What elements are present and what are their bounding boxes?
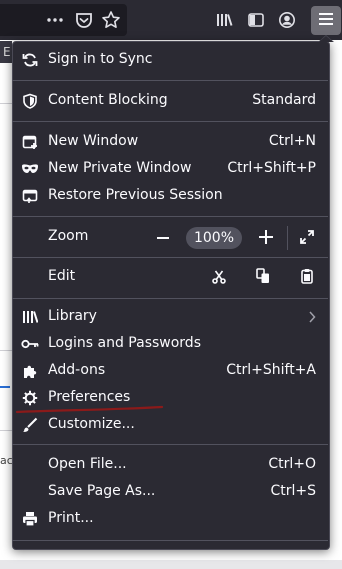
menu-item-label: Customize... [48, 416, 135, 432]
printer-icon [21, 510, 39, 528]
menu-item-customize[interactable]: Customize... [12, 413, 328, 437]
menu-item-open-file[interactable]: Open File... Ctrl+O [12, 453, 328, 477]
menu-separator [12, 540, 328, 541]
menu-item-label: Save Page As... [48, 483, 156, 499]
paintbrush-icon [21, 416, 39, 434]
menu-item-label: Print... [48, 510, 94, 526]
menu-item-save-page[interactable]: Save Page As... Ctrl+S [12, 480, 328, 504]
menu-item-print[interactable]: Print... [12, 507, 328, 531]
menu-item-shortcut: Ctrl+O [268, 456, 316, 472]
menu-item-shortcut: Ctrl+S [270, 483, 316, 499]
menu-separator [12, 444, 328, 445]
menu-item-label: Open File... [48, 456, 127, 472]
